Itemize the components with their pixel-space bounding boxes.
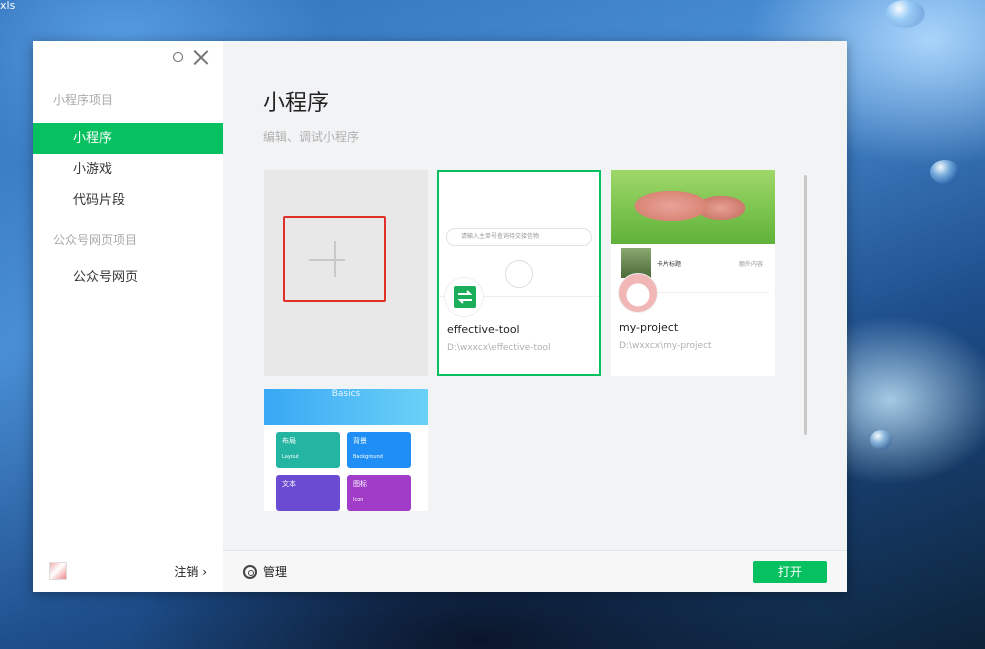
water-drop [930, 160, 960, 184]
project-icon [618, 273, 658, 313]
project-card-my-project[interactable]: 卡片标题 额外内容 my-project D:\wxxcx\my-project [611, 170, 775, 376]
devtools-launcher-window: 小程序项目 小程序 小游戏 代码片段 公众号网页项目 公众号网页 注销 › 小程… [33, 41, 847, 592]
sidebar: 小程序项目 小程序 小游戏 代码片段 公众号网页项目 公众号网页 注销 › [33, 41, 223, 592]
sidebar-item-minigame[interactable]: 小游戏 [33, 154, 223, 185]
project-icon [444, 277, 484, 317]
settings-icon[interactable] [173, 52, 183, 62]
main-footer: 管理 打开 [223, 550, 847, 592]
avatar[interactable] [49, 562, 67, 580]
close-icon[interactable] [193, 49, 209, 65]
manage-label: 管理 [263, 565, 288, 579]
basics-header: Basics [264, 389, 428, 425]
section-title-web: 公众号网页项目 [53, 233, 138, 247]
water-drop [885, 0, 925, 28]
page-subtitle: 编辑、调试小程序 [263, 130, 360, 144]
tile-text: 文本 [276, 475, 340, 511]
plus-icon [309, 259, 345, 261]
project-list-scrollbar[interactable] [804, 175, 807, 435]
project-path: D:\wxxcx\my-project [619, 341, 712, 351]
thumb-search-bar: 请输入主单号查询待交接信物 [446, 228, 592, 246]
project-name: my-project [619, 321, 679, 334]
project-name: effective-tool [447, 323, 520, 336]
main-panel: 小程序 编辑、调试小程序 请输入主单号查询待交接信物 effective-too… [223, 41, 847, 592]
sidebar-item-official-web[interactable]: 公众号网页 [33, 262, 223, 293]
logout-button[interactable]: 注销 › [174, 563, 207, 580]
sidebar-footer: 注销 › [33, 550, 223, 592]
section-title-miniprogram: 小程序项目 [53, 93, 114, 107]
open-button[interactable]: 打开 [753, 561, 827, 583]
project-path: D:\wxxcx\effective-tool [447, 343, 551, 353]
food-image [611, 170, 775, 244]
create-project-button[interactable] [283, 216, 386, 302]
manage-button[interactable]: 管理 [243, 563, 287, 580]
sidebar-item-code-snippet[interactable]: 代码片段 [33, 185, 223, 216]
tile-background: 背景 Background [347, 432, 411, 468]
sidebar-item-miniprogram[interactable]: 小程序 [33, 123, 223, 154]
desktop-file-label[interactable]: xls [0, 0, 15, 12]
tile-icon: 图标 Icon [347, 475, 411, 511]
new-project-card[interactable] [264, 170, 428, 376]
page-title: 小程序 [263, 91, 330, 116]
project-card-effective-tool[interactable]: 请输入主单号查询待交接信物 effective-tool D:\wxxcx\ef… [437, 170, 601, 376]
tile-layout: 布局 Layout [276, 432, 340, 468]
gear-icon [243, 564, 257, 579]
project-card-basics[interactable]: Basics 布局 Layout 背景 Background 文本 图标 Ico… [264, 389, 428, 511]
water-drop [870, 430, 892, 450]
